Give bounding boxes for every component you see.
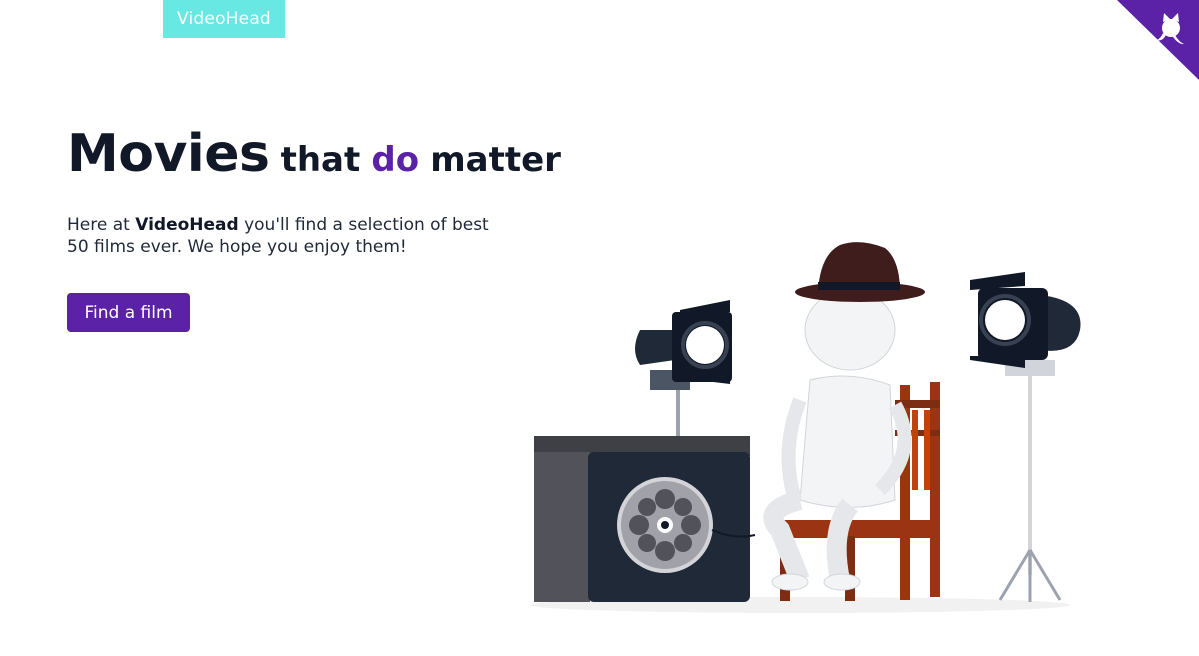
left-spotlight-icon (635, 300, 732, 440)
headline-big-word: Movies (67, 124, 270, 184)
intro-prefix: Here at (67, 215, 136, 235)
intro-brand: VideoHead (135, 215, 239, 235)
find-film-button[interactable]: Find a film (67, 293, 190, 332)
page: VideoHead Movies that do matter Here at … (0, 0, 1199, 656)
intro-text: Here at VideoHead you'll find a selectio… (67, 214, 497, 258)
right-spotlight-icon (970, 272, 1081, 602)
brand-logo-link[interactable]: VideoHead (163, 0, 285, 38)
github-corner-icon[interactable] (1117, 0, 1199, 80)
film-director-illustration (530, 242, 1081, 613)
headline-word-matter: matter (430, 140, 561, 180)
white-figure-icon (763, 289, 912, 591)
projector-box-icon (534, 436, 756, 602)
headline-accent-word: do (371, 140, 420, 180)
fedora-hat-icon (795, 242, 925, 302)
page-headline: Movies that do matter (67, 124, 561, 184)
headline-word-that: that (280, 140, 361, 180)
